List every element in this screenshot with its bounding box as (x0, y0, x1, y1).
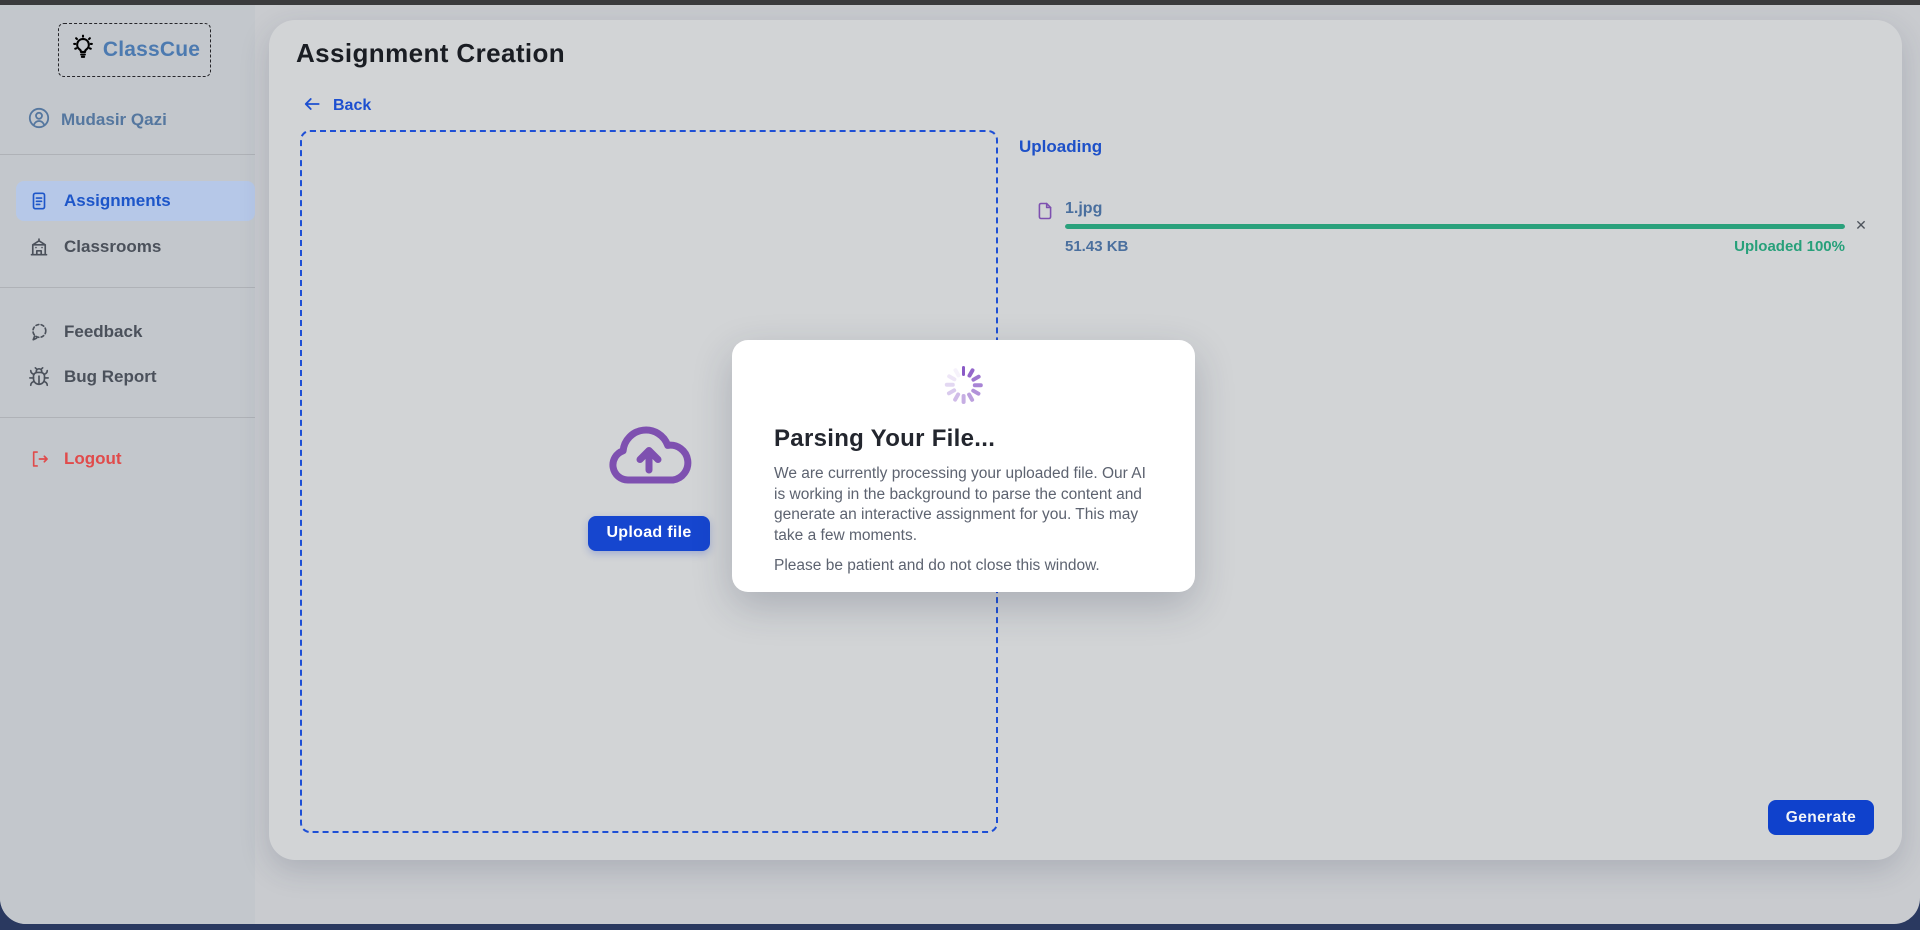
logout-icon (28, 448, 50, 470)
app-window: ClassCue Mudasir Qazi Assignments (0, 5, 1920, 924)
uploading-section-title: Uploading (1019, 137, 1102, 157)
feedback-chat-icon (28, 321, 50, 343)
page-title: Assignment Creation (296, 38, 565, 69)
upload-progress-fill (1065, 224, 1845, 229)
logout-button[interactable]: Logout (16, 439, 255, 479)
upload-file-button[interactable]: Upload file (588, 516, 710, 551)
bug-icon (28, 366, 50, 388)
back-label: Back (333, 97, 371, 115)
user-icon (27, 106, 51, 135)
file-name: 1.jpg (1065, 200, 1102, 218)
upload-status-panel: Uploading 1.jpg ✕ 51.43 KB Uploaded 100% (1019, 137, 1880, 267)
file-icon (1035, 199, 1055, 228)
sidebar-item-label: Classrooms (64, 237, 161, 257)
parsing-modal: Parsing Your File... We are currently pr… (732, 340, 1195, 592)
lightbulb-icon (69, 34, 97, 67)
user-name: Mudasir Qazi (61, 110, 167, 130)
generate-button[interactable]: Generate (1768, 800, 1874, 835)
sidebar-divider (0, 287, 255, 288)
sidebar-item-label: Logout (64, 449, 122, 469)
sidebar-divider (0, 417, 255, 418)
sidebar-item-bug-report[interactable]: Bug Report (16, 357, 255, 397)
upload-progress-bar (1065, 224, 1845, 229)
modal-title: Parsing Your File... (774, 425, 995, 453)
document-icon (28, 190, 50, 212)
modal-body-text: We are currently processing your uploade… (774, 464, 1149, 546)
back-button[interactable]: Back (302, 94, 371, 118)
sidebar-item-label: Bug Report (64, 367, 157, 387)
school-icon (28, 236, 50, 258)
user-profile[interactable]: Mudasir Qazi (27, 107, 167, 133)
brand-name: ClassCue (103, 38, 200, 62)
window-top-strip (0, 0, 1920, 5)
upload-status-text: Uploaded 100% (1065, 238, 1845, 255)
sidebar-item-feedback[interactable]: Feedback (16, 312, 255, 352)
back-arrow-icon (302, 94, 322, 119)
sidebar-divider (0, 154, 255, 155)
brand-logo[interactable]: ClassCue (58, 23, 211, 77)
modal-note-text: Please be patient and do not close this … (774, 557, 1149, 575)
sidebar-item-classrooms[interactable]: Classrooms (16, 227, 255, 267)
remove-file-button[interactable]: ✕ (1851, 215, 1871, 235)
sidebar: ClassCue Mudasir Qazi Assignments (0, 5, 255, 924)
cloud-upload-icon (601, 423, 697, 494)
sidebar-item-label: Assignments (64, 191, 171, 211)
sidebar-item-label: Feedback (64, 322, 142, 342)
loading-spinner-icon (945, 366, 983, 404)
sidebar-item-assignments[interactable]: Assignments (16, 181, 255, 221)
